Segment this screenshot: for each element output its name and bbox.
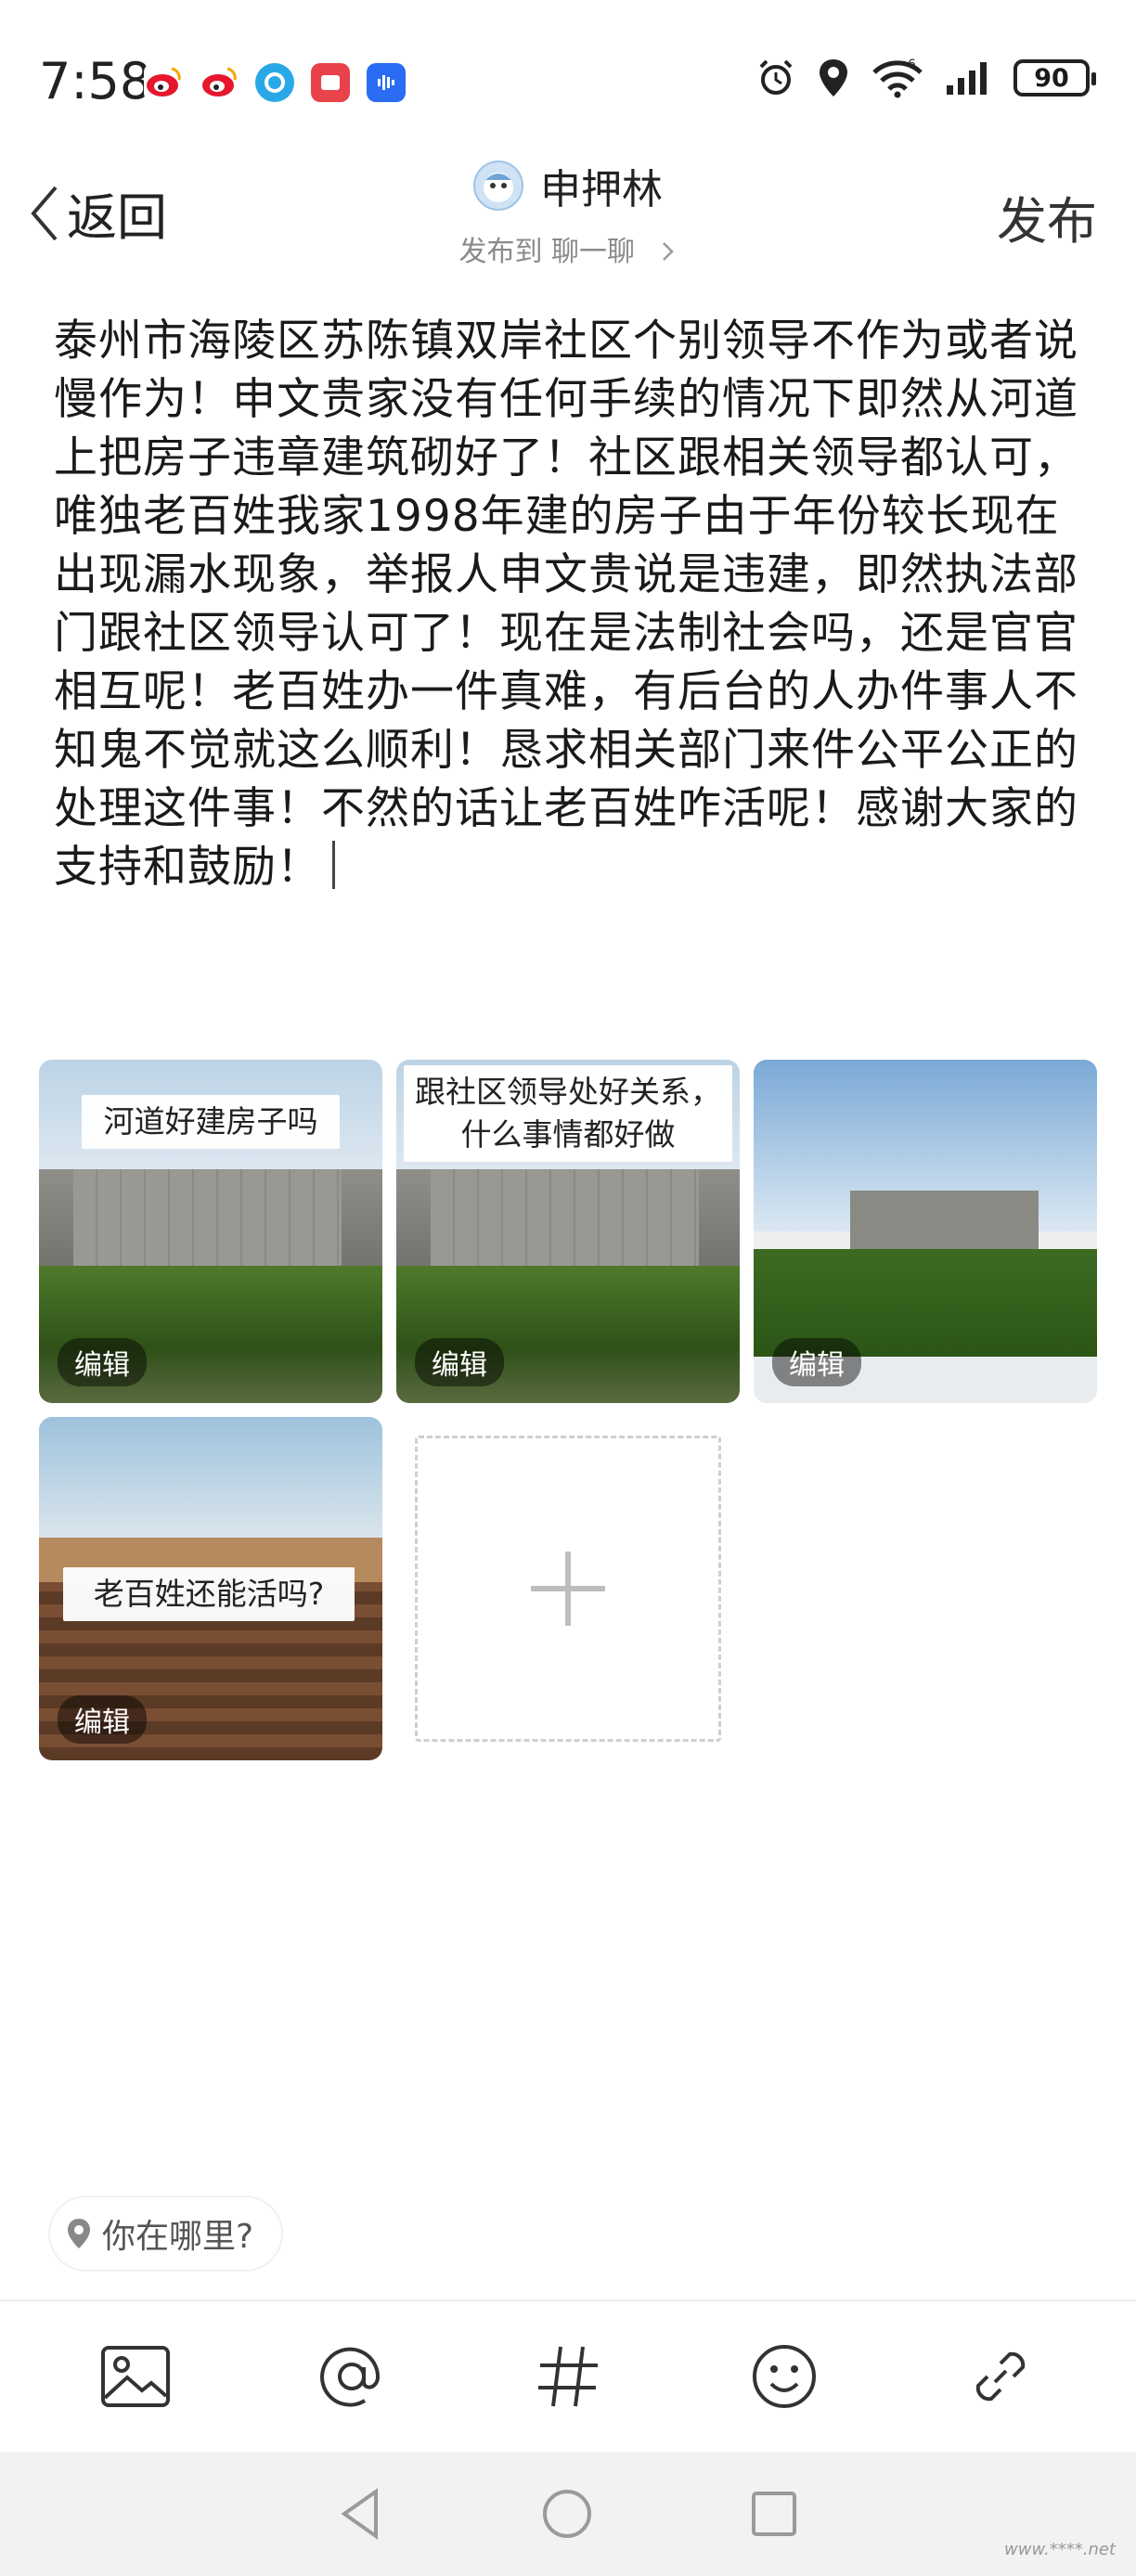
- publish-button[interactable]: 发布: [997, 180, 1097, 253]
- hashtag-icon: [537, 2346, 598, 2407]
- location-icon: [820, 59, 847, 97]
- image-tile[interactable]: 河道好建房子吗 编辑: [39, 1060, 382, 1403]
- status-bar: 7:58 6 90: [0, 0, 1136, 148]
- voice-app-icon: [367, 63, 406, 102]
- compose-header: 返回 申押林 发布到 聊一聊 发布: [0, 148, 1136, 278]
- app-circle-icon: [255, 63, 294, 102]
- compose-toolbar: [0, 2299, 1136, 2452]
- weibo-icon: [144, 63, 183, 102]
- user-name: 申押林: [540, 166, 663, 213]
- header-title: 申押林 发布到 聊一聊: [0, 156, 1136, 269]
- signal-icon: [947, 62, 987, 95]
- image-tile[interactable]: 老百姓还能活吗? 编辑: [39, 1417, 382, 1760]
- wifi-icon: 6: [872, 58, 923, 98]
- location-placeholder: 你在哪里?: [102, 2218, 254, 2256]
- plus-icon: [531, 1552, 605, 1626]
- battery-indicator: 90: [1013, 59, 1096, 97]
- system-nav-bar: www.****.net: [0, 2452, 1136, 2576]
- post-text: 泰州市海陵区苏陈镇双岸社区个别领导不作为或者说慢作为！申文贵家没有任何手续的情况…: [54, 316, 1078, 893]
- post-destination-selector[interactable]: 发布到 聊一聊: [0, 228, 1136, 269]
- nav-back-icon[interactable]: [339, 2488, 383, 2540]
- alarm-icon: [759, 59, 793, 95]
- location-pin-icon: [68, 2219, 90, 2248]
- emoji-button[interactable]: [738, 2330, 831, 2423]
- emoji-icon: [752, 2345, 816, 2408]
- weibo-icon: [200, 63, 239, 102]
- edit-image-button[interactable]: 编辑: [415, 1338, 504, 1386]
- nav-recents-icon[interactable]: [751, 2491, 797, 2537]
- text-cursor: [332, 841, 335, 889]
- link-button[interactable]: [954, 2330, 1047, 2423]
- image-caption: 老百姓还能活吗?: [63, 1567, 355, 1621]
- video-app-icon: [311, 63, 350, 102]
- link-icon: [975, 2351, 1025, 2402]
- mention-button[interactable]: [305, 2330, 398, 2423]
- image-caption: 跟社区领导处好关系，什么事情都好做: [404, 1065, 732, 1162]
- image-tile[interactable]: 编辑: [754, 1060, 1097, 1403]
- image-caption: 河道好建房子吗: [82, 1095, 340, 1149]
- add-image-button[interactable]: [415, 1436, 721, 1742]
- nav-home-icon[interactable]: [541, 2488, 593, 2540]
- svg-text:6: 6: [908, 58, 916, 72]
- post-text-area[interactable]: 泰州市海陵区苏陈镇双岸社区个别领导不作为或者说慢作为！申文贵家没有任何手续的情况…: [54, 312, 1084, 896]
- insert-image-button[interactable]: [89, 2330, 182, 2423]
- edit-image-button[interactable]: 编辑: [772, 1338, 861, 1386]
- system-icons: 6 90: [755, 58, 1096, 98]
- image-icon: [101, 2346, 171, 2407]
- chevron-right-icon: [662, 242, 674, 261]
- watermark: www.****.net: [1004, 2540, 1116, 2559]
- edit-image-button[interactable]: 编辑: [58, 1338, 147, 1386]
- hashtag-button[interactable]: [522, 2330, 614, 2423]
- status-time: 7:58: [39, 52, 152, 110]
- notification-icons: [144, 63, 406, 102]
- location-selector[interactable]: 你在哪里?: [48, 2196, 284, 2272]
- avatar[interactable]: [473, 161, 523, 211]
- image-tile[interactable]: 跟社区领导处好关系，什么事情都好做 编辑: [396, 1060, 740, 1403]
- edit-image-button[interactable]: 编辑: [58, 1695, 147, 1744]
- post-destination-label: 发布到 聊一聊: [458, 236, 635, 268]
- at-icon: [320, 2347, 381, 2407]
